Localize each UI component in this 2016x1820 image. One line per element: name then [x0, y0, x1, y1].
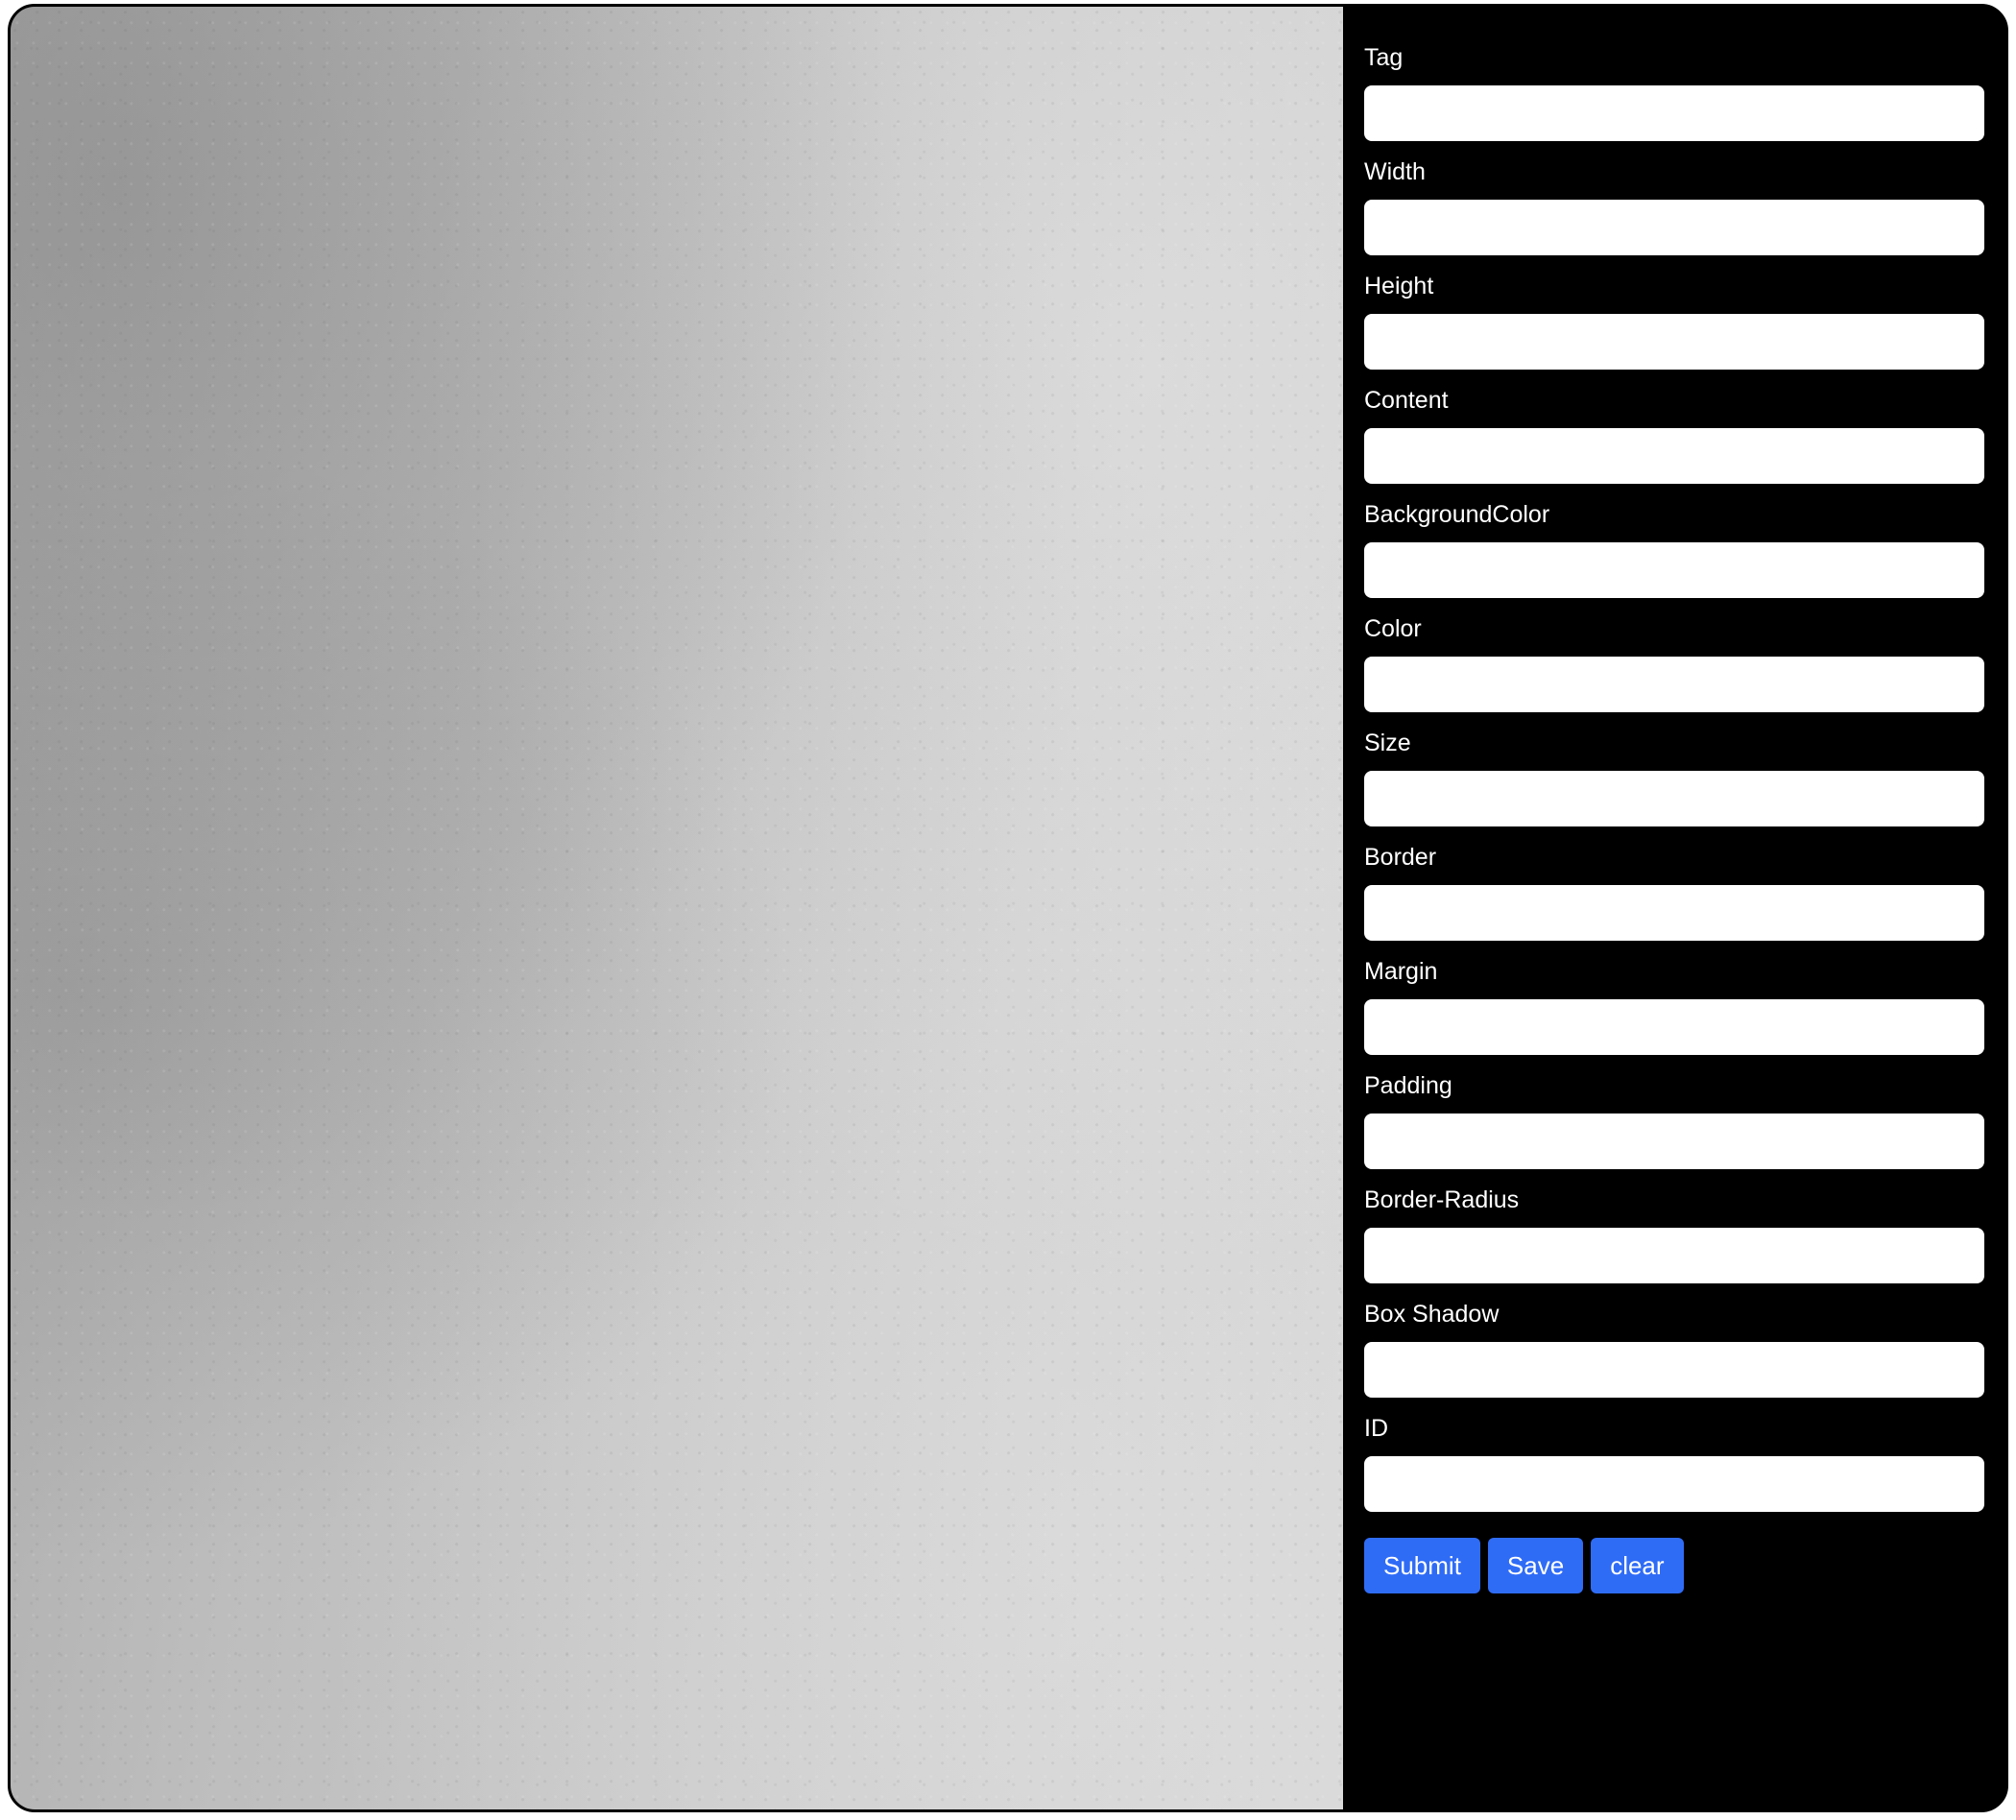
border-radius-input[interactable]: [1364, 1228, 1984, 1283]
height-label: Height: [1364, 273, 1434, 299]
id-input[interactable]: [1364, 1456, 1984, 1512]
content-input[interactable]: [1364, 428, 1984, 484]
width-input[interactable]: [1364, 200, 1984, 255]
border-radius-label: Border-Radius: [1364, 1186, 1520, 1213]
background-color-input[interactable]: [1364, 542, 1984, 598]
background-color-label: BackgroundColor: [1364, 501, 1550, 528]
field-id: ID: [1364, 1414, 1984, 1512]
action-buttons: Submit Save clear: [1364, 1538, 1984, 1593]
border-input[interactable]: [1364, 885, 1984, 941]
margin-label: Margin: [1364, 958, 1438, 985]
field-color: Color: [1364, 614, 1984, 712]
properties-panel: Tag Width Height Content BackgroundColor…: [1343, 7, 2005, 1809]
field-margin: Margin: [1364, 957, 1984, 1055]
width-label: Width: [1364, 158, 1426, 185]
padding-label: Padding: [1364, 1072, 1452, 1099]
app-window: Tag Width Height Content BackgroundColor…: [8, 4, 2008, 1812]
field-tag: Tag: [1364, 43, 1984, 141]
box-shadow-label: Box Shadow: [1364, 1301, 1500, 1328]
color-label: Color: [1364, 615, 1422, 642]
field-height: Height: [1364, 272, 1984, 370]
margin-input[interactable]: [1364, 999, 1984, 1055]
field-border: Border: [1364, 843, 1984, 941]
field-size: Size: [1364, 729, 1984, 826]
padding-input[interactable]: [1364, 1114, 1984, 1169]
field-width: Width: [1364, 157, 1984, 255]
id-label: ID: [1364, 1415, 1388, 1442]
size-label: Size: [1364, 730, 1411, 756]
field-background-color: BackgroundColor: [1364, 500, 1984, 598]
field-padding: Padding: [1364, 1071, 1984, 1169]
tag-input[interactable]: [1364, 85, 1984, 141]
color-input[interactable]: [1364, 657, 1984, 712]
height-input[interactable]: [1364, 314, 1984, 370]
submit-button[interactable]: Submit: [1364, 1538, 1480, 1593]
clear-button[interactable]: clear: [1591, 1538, 1684, 1593]
box-shadow-input[interactable]: [1364, 1342, 1984, 1398]
size-input[interactable]: [1364, 771, 1984, 826]
border-label: Border: [1364, 844, 1437, 871]
field-border-radius: Border-Radius: [1364, 1185, 1984, 1283]
save-button[interactable]: Save: [1487, 1538, 1584, 1593]
tag-label: Tag: [1364, 44, 1404, 71]
field-box-shadow: Box Shadow: [1364, 1300, 1984, 1398]
content-label: Content: [1364, 387, 1449, 414]
field-content: Content: [1364, 386, 1984, 484]
preview-canvas[interactable]: [11, 7, 1343, 1809]
